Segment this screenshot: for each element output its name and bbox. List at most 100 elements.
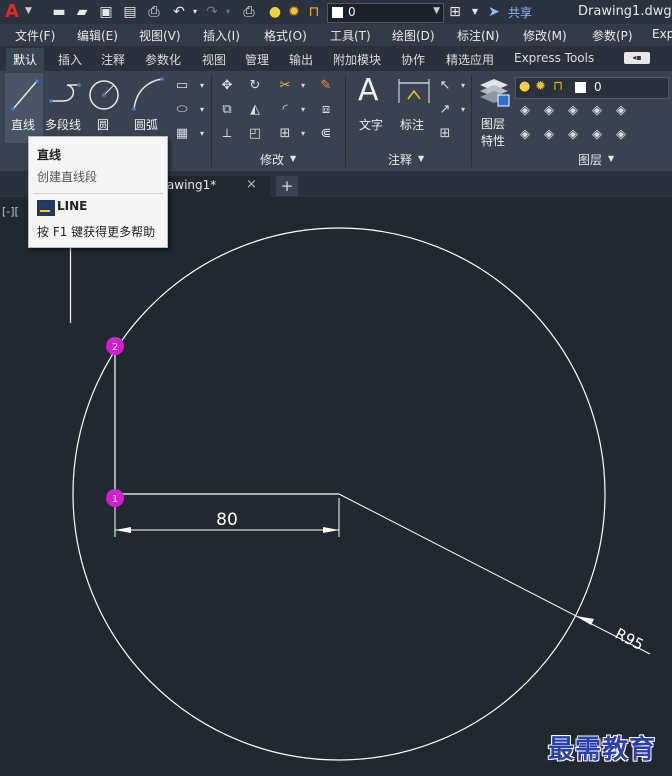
- stretch-icon[interactable]: ⟂: [219, 126, 235, 142]
- tab-addins[interactable]: 附加模块: [333, 51, 381, 68]
- erase-icon[interactable]: ✎: [318, 78, 334, 94]
- arc-tool-button[interactable]: 圆弧: [128, 73, 168, 143]
- tab-collaborate[interactable]: 协作: [401, 51, 425, 68]
- explode-icon[interactable]: ⧈: [318, 102, 334, 118]
- leader-dropdown-icon[interactable]: ▾: [455, 78, 471, 94]
- hatch-dropdown-icon[interactable]: ▾: [194, 126, 210, 142]
- linear-dimension[interactable]: 80: [114, 498, 340, 537]
- redo-dropdown-icon[interactable]: ▾: [219, 3, 237, 21]
- app-menu-caret-icon[interactable]: ▼: [25, 6, 32, 16]
- tab-home[interactable]: 默认: [6, 48, 45, 71]
- rotate-icon[interactable]: ↻: [247, 78, 263, 94]
- layer-tool-icon[interactable]: ◈: [517, 103, 533, 119]
- menu-view[interactable]: 视图(V): [139, 27, 181, 44]
- rectangle-dropdown-icon[interactable]: ▾: [194, 78, 210, 94]
- ellipse-icon[interactable]: ⬭: [174, 102, 190, 118]
- array-dropdown-icon[interactable]: ▾: [295, 126, 311, 142]
- menu-file[interactable]: 文件(F): [15, 27, 55, 44]
- array-icon[interactable]: ⊞: [277, 126, 293, 142]
- menu-express[interactable]: Exp: [652, 27, 672, 41]
- ribbon-layer-dropdown[interactable]: ● ✹ ⊓ 0: [515, 77, 669, 99]
- point-marker-2[interactable]: 2: [106, 337, 124, 355]
- offset-icon[interactable]: ⋐: [318, 126, 334, 142]
- layer-properties-button[interactable]: 图层 特性: [476, 73, 512, 148]
- new-file-icon[interactable]: ▬: [50, 3, 68, 21]
- annotation-panel-title[interactable]: 注释: [388, 151, 412, 168]
- app-logo-icon[interactable]: A: [5, 0, 19, 24]
- move-icon[interactable]: ✥: [219, 78, 235, 94]
- leader-icon[interactable]: ↖: [437, 78, 453, 94]
- layer-freeze-sun-icon[interactable]: ✹: [285, 3, 303, 21]
- tab-annotate[interactable]: 注释: [101, 51, 125, 68]
- customize-dropdown-icon[interactable]: ▼: [466, 3, 484, 21]
- tab-parametric[interactable]: 参数化: [145, 51, 181, 68]
- table-icon[interactable]: ⊞: [437, 126, 453, 142]
- layer-dropdown[interactable]: 0 ▼: [327, 3, 444, 23]
- menu-draw[interactable]: 绘图(D): [392, 27, 435, 44]
- multileader-icon[interactable]: ↗: [437, 102, 453, 118]
- copy-icon[interactable]: ⧉: [219, 102, 235, 118]
- tab-express-tools[interactable]: Express Tools: [514, 51, 594, 65]
- share-send-icon[interactable]: ➤: [485, 3, 503, 21]
- tab-output[interactable]: 输出: [289, 51, 313, 68]
- menu-modify[interactable]: 修改(M): [523, 27, 567, 44]
- polyline-tool-button[interactable]: 多段线: [45, 73, 85, 143]
- point-marker-1[interactable]: 1: [106, 489, 124, 507]
- tab-insert[interactable]: 插入: [58, 51, 82, 68]
- layer-tool-icon[interactable]: ◈: [589, 103, 605, 119]
- tab-featured-apps[interactable]: 精选应用: [446, 51, 494, 68]
- fillet-icon[interactable]: ◜: [277, 102, 293, 118]
- close-icon[interactable]: ×: [246, 177, 257, 192]
- open-folder-icon[interactable]: ▰: [73, 3, 91, 21]
- share-label[interactable]: 共享: [508, 4, 532, 21]
- mirror-icon[interactable]: ◭: [247, 102, 263, 118]
- ellipse-dropdown-icon[interactable]: ▾: [194, 102, 210, 118]
- hatch-icon[interactable]: ▦: [174, 126, 190, 142]
- menu-tools[interactable]: 工具(T): [330, 27, 371, 44]
- fillet-dropdown-icon[interactable]: ▾: [295, 102, 311, 118]
- layer-tool-icon[interactable]: ◈: [565, 103, 581, 119]
- rectangle-icon[interactable]: ▭: [174, 78, 190, 94]
- dimension-tool-button[interactable]: 标注: [394, 73, 434, 143]
- layer-on-bulb-icon[interactable]: ●: [266, 3, 284, 21]
- layer-tool-icon[interactable]: ◈: [541, 103, 557, 119]
- modify-panel-chevron-down-icon[interactable]: ▼: [290, 154, 296, 163]
- ribbon-minimize-icon[interactable]: ◂▪: [624, 52, 650, 64]
- trim-icon[interactable]: ✂: [277, 78, 293, 94]
- menu-format[interactable]: 格式(O): [264, 27, 307, 44]
- layer-lock-icon[interactable]: ⊓: [305, 3, 323, 21]
- drawing-canvas[interactable]: 80 R95 2 1: [0, 197, 672, 776]
- drawing-tab[interactable]: rawing1* ×: [160, 176, 270, 197]
- line-tool-tooltip: 直线 创建直线段 LINE 按 F1 键获得更多帮助: [28, 136, 168, 248]
- tab-manage[interactable]: 管理: [245, 51, 269, 68]
- menu-parametric[interactable]: 参数(P): [592, 27, 633, 44]
- save-as-icon[interactable]: ▤: [121, 3, 139, 21]
- line-tool-button[interactable]: 直线: [5, 73, 43, 143]
- text-tool-button[interactable]: A 文字: [352, 73, 392, 143]
- layer-panel-title[interactable]: 图层: [578, 151, 602, 168]
- undo-dropdown-icon[interactable]: ▾: [186, 3, 204, 21]
- multileader-dropdown-icon[interactable]: ▾: [455, 102, 471, 118]
- command-line-icon: [37, 200, 55, 216]
- match-properties-icon[interactable]: ⊞: [446, 3, 464, 21]
- circle-tool-button[interactable]: 圆: [87, 73, 125, 143]
- tab-view[interactable]: 视图: [202, 51, 226, 68]
- scale-icon[interactable]: ◰: [247, 126, 263, 142]
- print-icon[interactable]: ⎙: [145, 3, 163, 21]
- trim-dropdown-icon[interactable]: ▾: [295, 78, 311, 94]
- menu-dimension[interactable]: 标注(N): [457, 27, 499, 44]
- layer-tool-icon[interactable]: ◈: [517, 127, 533, 143]
- menu-insert[interactable]: 插入(I): [203, 27, 240, 44]
- plot-icon[interactable]: ⎙: [240, 3, 258, 21]
- modify-panel-title[interactable]: 修改: [260, 151, 284, 168]
- layer-tool-icon[interactable]: ◈: [565, 127, 581, 143]
- layer-tool-icon[interactable]: ◈: [589, 127, 605, 143]
- layer-tool-icon[interactable]: ◈: [541, 127, 557, 143]
- annotation-panel-chevron-down-icon[interactable]: ▼: [418, 154, 424, 163]
- layer-panel-chevron-down-icon[interactable]: ▼: [608, 154, 614, 163]
- new-tab-button[interactable]: +: [276, 176, 298, 196]
- save-icon[interactable]: ▣: [97, 3, 115, 21]
- menu-edit[interactable]: 编辑(E): [77, 27, 118, 44]
- layer-tool-icon[interactable]: ◈: [613, 127, 629, 143]
- layer-tool-icon[interactable]: ◈: [613, 103, 629, 119]
